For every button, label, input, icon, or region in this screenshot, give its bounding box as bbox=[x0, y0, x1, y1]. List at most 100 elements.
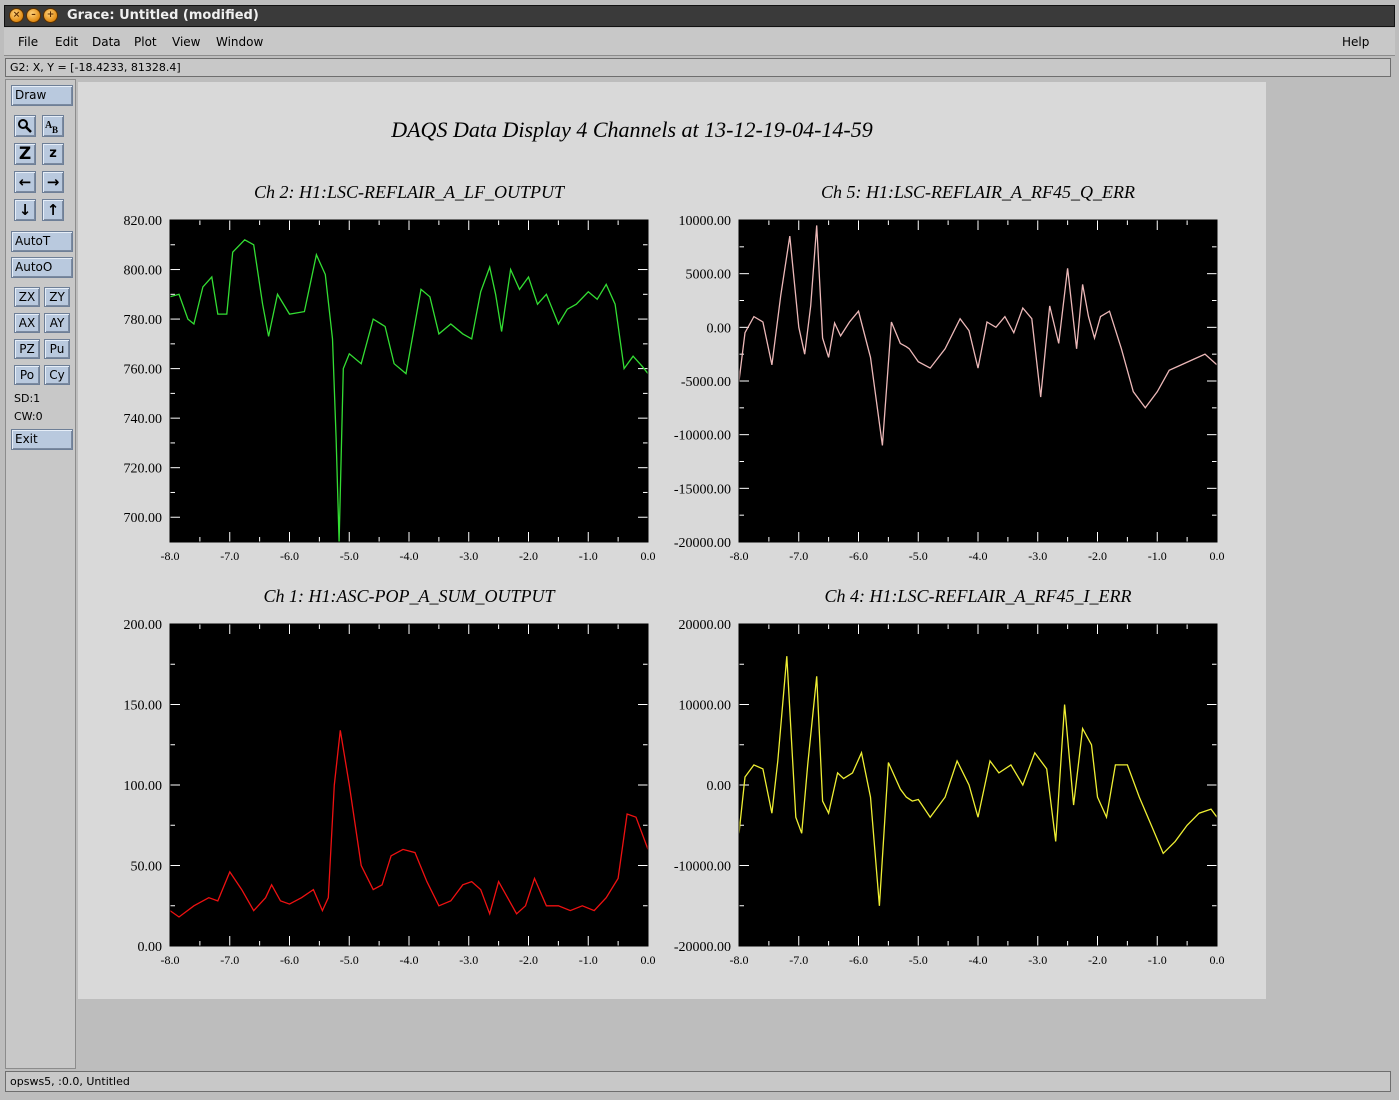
zoom-z-small-icon[interactable]: z bbox=[42, 143, 64, 165]
chart-3-ytick-label: 150.00 bbox=[124, 699, 163, 714]
chart-1-xtick-label: -1.0 bbox=[579, 549, 598, 563]
chart-2-ytick-label: -20000.00 bbox=[674, 536, 731, 551]
chart-2-xtick-label: -5.0 bbox=[909, 549, 928, 563]
right-arrow-icon[interactable]: → bbox=[42, 171, 64, 193]
chart-4-xtick-label: -3.0 bbox=[1028, 953, 1047, 967]
chart-3-ytick-label: 0.00 bbox=[138, 940, 163, 955]
pu-button[interactable]: Pu bbox=[44, 339, 70, 359]
page-title: DAQS Data Display 4 Channels at 13-12-19… bbox=[390, 117, 873, 142]
zy-button[interactable]: ZY bbox=[44, 287, 70, 307]
chart-1-ytick-label: 740.00 bbox=[124, 412, 163, 427]
chart-1-ytick-label: 780.00 bbox=[124, 313, 163, 328]
chart-4-title: Ch 4: H1:LSC-REFLAIR_A_RF45_I_ERR bbox=[825, 586, 1132, 606]
menu-plot[interactable]: Plot bbox=[134, 35, 157, 49]
chart-4-xtick-label: -4.0 bbox=[969, 953, 988, 967]
menu-bar: File Edit Data Plot View Window Help bbox=[4, 28, 1395, 56]
window-controls: × – + bbox=[9, 8, 58, 23]
chart-1-ytick-label: 820.00 bbox=[124, 214, 163, 229]
locator-bar: G2: X, Y = [-18.4233, 81328.4] bbox=[5, 58, 1391, 77]
chart-4-xtick-label: -1.0 bbox=[1148, 953, 1167, 967]
chart-1-xtick-label: -2.0 bbox=[519, 549, 538, 563]
chart-1-ytick-label: 700.00 bbox=[124, 511, 163, 526]
menu-data[interactable]: Data bbox=[92, 35, 121, 49]
chart-2-title: Ch 5: H1:LSC-REFLAIR_A_RF45_Q_ERR bbox=[821, 182, 1135, 202]
chart-3-xtick-label: 0.0 bbox=[641, 953, 656, 967]
chart-2-xtick-label: -3.0 bbox=[1028, 549, 1047, 563]
menu-window[interactable]: Window bbox=[216, 35, 263, 49]
chart-2-ytick-label: -10000.00 bbox=[674, 429, 731, 444]
drawing-area[interactable]: DAQS Data Display 4 Channels at 13-12-19… bbox=[78, 79, 1391, 1069]
chart-2-plot-area bbox=[739, 220, 1217, 542]
cy-button[interactable]: Cy bbox=[44, 365, 70, 385]
graph-page: DAQS Data Display 4 Channels at 13-12-19… bbox=[78, 82, 1266, 999]
draw-button[interactable]: Draw bbox=[11, 85, 73, 106]
chart-3-title: Ch 1: H1:ASC-POP_A_SUM_OUTPUT bbox=[264, 586, 557, 606]
chart-4-xtick-label: -7.0 bbox=[789, 953, 808, 967]
autoo-button[interactable]: AutoO bbox=[11, 257, 73, 278]
menu-view[interactable]: View bbox=[172, 35, 200, 49]
chart-4-ytick-label: -10000.00 bbox=[674, 860, 731, 875]
ax-button[interactable]: AX bbox=[14, 313, 40, 333]
zoom-z-icon[interactable]: Z bbox=[14, 143, 36, 165]
zoom-icon[interactable] bbox=[14, 115, 36, 137]
close-icon[interactable]: × bbox=[9, 8, 24, 23]
chart-1-plot-area bbox=[170, 220, 648, 542]
ay-button[interactable]: AY bbox=[44, 313, 70, 333]
chart-1-xtick-label: -4.0 bbox=[400, 549, 419, 563]
chart-4-xtick-label: -2.0 bbox=[1088, 953, 1107, 967]
down-arrow-icon[interactable]: ↓ bbox=[14, 199, 36, 221]
chart-2-xtick-label: 0.0 bbox=[1210, 549, 1225, 563]
up-arrow-icon[interactable]: ↑ bbox=[42, 199, 64, 221]
chart-4-xtick-label: 0.0 bbox=[1210, 953, 1225, 967]
sd-label: SD:1 bbox=[14, 392, 41, 405]
chart-1-xtick-label: -5.0 bbox=[340, 549, 359, 563]
menu-help[interactable]: Help bbox=[1342, 35, 1369, 49]
chart-2-ytick-label: 0.00 bbox=[707, 321, 732, 336]
chart-3-xtick-label: -7.0 bbox=[220, 953, 239, 967]
zx-button[interactable]: ZX bbox=[14, 287, 40, 307]
chart-4-xtick-label: -6.0 bbox=[849, 953, 868, 967]
chart-2-xtick-label: -4.0 bbox=[969, 549, 988, 563]
menu-file[interactable]: File bbox=[18, 35, 38, 49]
chart-2-ytick-label: 10000.00 bbox=[679, 214, 732, 229]
chart-3-xtick-label: -6.0 bbox=[280, 953, 299, 967]
exit-button[interactable]: Exit bbox=[11, 429, 73, 450]
svg-text:B: B bbox=[52, 125, 58, 135]
chart-3-xtick-label: -5.0 bbox=[340, 953, 359, 967]
pz-button[interactable]: PZ bbox=[14, 339, 40, 359]
chart-3-ytick-label: 200.00 bbox=[124, 618, 163, 633]
maximize-icon[interactable]: + bbox=[43, 8, 58, 23]
chart-1-xtick-label: -7.0 bbox=[220, 549, 239, 563]
chart-2-xtick-label: -7.0 bbox=[789, 549, 808, 563]
left-arrow-icon[interactable]: ← bbox=[14, 171, 36, 193]
chart-3-plot-area bbox=[170, 624, 648, 946]
minimize-icon[interactable]: – bbox=[26, 8, 41, 23]
chart-3-ytick-label: 100.00 bbox=[124, 779, 163, 794]
chart-2-xtick-label: -6.0 bbox=[849, 549, 868, 563]
plot-canvas[interactable]: DAQS Data Display 4 Channels at 13-12-19… bbox=[78, 82, 1266, 999]
chart-4-ytick-label: -20000.00 bbox=[674, 940, 731, 955]
po-button[interactable]: Po bbox=[14, 365, 40, 385]
chart-1-xtick-label: 0.0 bbox=[641, 549, 656, 563]
window-title: Grace: Untitled (modified) bbox=[67, 8, 259, 23]
chart-3-xtick-label: -2.0 bbox=[519, 953, 538, 967]
chart-2-xtick-label: -2.0 bbox=[1088, 549, 1107, 563]
status-bar: opsws5, :0.0, Untitled bbox=[5, 1071, 1391, 1092]
title-bar[interactable]: × – + Grace: Untitled (modified) bbox=[4, 5, 1395, 27]
chart-1-ytick-label: 760.00 bbox=[124, 363, 163, 378]
chart-1-xtick-label: -3.0 bbox=[459, 549, 478, 563]
autot-button[interactable]: AutoT bbox=[11, 231, 73, 252]
chart-4-plot-area bbox=[739, 624, 1217, 946]
chart-2-xtick-label: -8.0 bbox=[730, 549, 749, 563]
chart-4-xtick-label: -5.0 bbox=[909, 953, 928, 967]
chart-1-title: Ch 2: H1:LSC-REFLAIR_A_LF_OUTPUT bbox=[254, 182, 566, 202]
text-icon[interactable]: AB bbox=[42, 115, 64, 137]
menu-edit[interactable]: Edit bbox=[55, 35, 78, 49]
chart-1-ytick-label: 800.00 bbox=[124, 264, 163, 279]
tool-panel: Draw AB Z z ← → ↓ ↑ AutoT AutoO ZX ZY AX… bbox=[5, 79, 76, 1069]
chart-2-ytick-label: -5000.00 bbox=[681, 375, 731, 390]
grace-window: × – + Grace: Untitled (modified) File Ed… bbox=[0, 0, 1399, 1100]
chart-4-ytick-label: 10000.00 bbox=[679, 699, 732, 714]
chart-2-ytick-label: 5000.00 bbox=[686, 268, 732, 283]
chart-2-ytick-label: -15000.00 bbox=[674, 482, 731, 497]
